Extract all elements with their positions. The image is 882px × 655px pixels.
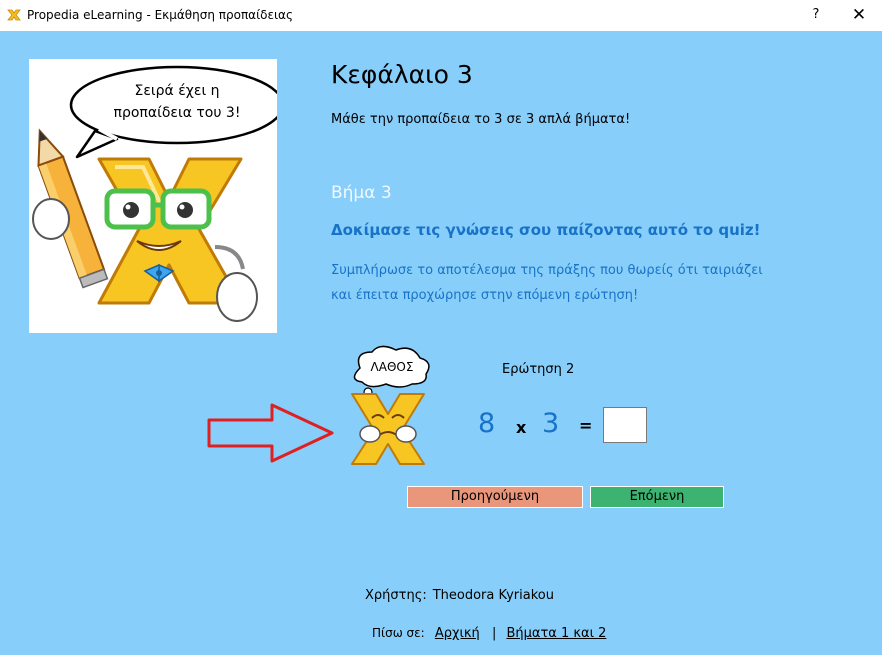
close-button[interactable]: ✕ [845,4,873,26]
link-separator: | [491,626,497,641]
user-info: Χρήστης: Theodora Kyriakou [365,588,554,603]
operand-second: 3 [542,408,560,439]
question-label: Ερώτηση 2 [502,362,575,377]
speech-text-line2: προπαίδεια του 3! [114,105,241,121]
home-link[interactable]: Αρχική [435,626,480,641]
operator-multiply: x [516,418,527,437]
step-desc-line2: και έπειτα προχώρησε στην επόμενη ερώτησ… [331,288,639,303]
hero-illustration: Σειρά έχει η προπαίδεια του 3! [29,59,277,333]
title-bar: Propedia eLearning - Εκμάθηση προπαίδεια… [0,0,882,31]
step-description: Συμπλήρωσε το αποτέλεσμα της πράξης που … [331,258,811,308]
steps-link[interactable]: Βήματα 1 και 2 [506,626,606,641]
help-button[interactable]: ? [806,4,826,26]
step-heading: Δοκίμασε τις γνώσεις σου παίζοντας αυτό … [331,221,761,239]
user-name: Theodora Kyriakou [432,588,554,603]
user-label: Χρήστης: [365,588,427,603]
chapter-title: Κεφάλαιο 3 [331,60,473,89]
back-navigation: Πίσω σε: Αρχική | Βήματα 1 και 2 [372,626,606,641]
step-desc-line1: Συμπλήρωσε το αποτέλεσμα της πράξης που … [331,263,763,278]
answer-input[interactable] [603,407,647,443]
x-mascot-sad-icon: ΛΑΘΟΣ [351,345,430,465]
operand-first: 8 [478,408,496,439]
back-label: Πίσω σε: [372,626,425,640]
red-arrow-icon [207,403,334,463]
previous-button[interactable]: Προηγούμενη [407,486,583,508]
equals-sign: = [579,416,593,435]
feedback-mascot: ΛΑΘΟΣ [340,344,436,466]
chapter-subtitle: Μάθε την προπαίδεια το 3 σε 3 απλά βήματ… [331,112,631,127]
x-mascot-pencil-image: Σειρά έχει η προπαίδεια του 3! [32,65,277,322]
speech-text-line1: Σειρά έχει η [135,83,220,99]
app-logo-icon [7,9,21,21]
step-label: Βήμα 3 [331,183,392,203]
next-button[interactable]: Επόμενη [590,486,724,508]
window-title: Propedia eLearning - Εκμάθηση προπαίδεια… [27,8,293,22]
feedback-text: ΛΑΘΟΣ [371,360,414,374]
